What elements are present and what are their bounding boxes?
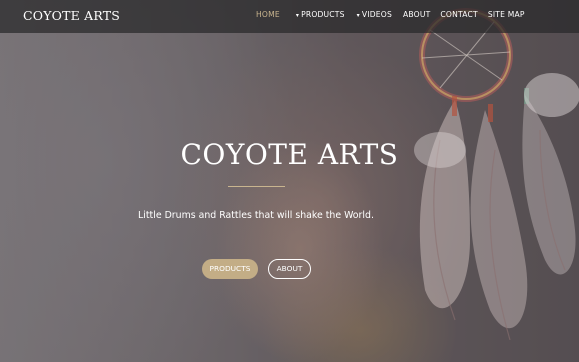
nav-item-about[interactable]: ABOUT	[403, 10, 430, 19]
products-button[interactable]: PRODUCTS	[202, 259, 258, 279]
about-button[interactable]: ABOUT	[268, 259, 311, 279]
navbar: COYOTE ARTS HOME ▾ PRODUCTS ▾ VIDEOS ABOUT…	[0, 0, 579, 33]
nav-item-products[interactable]: ▾ PRODUCTS	[296, 10, 345, 19]
chevron-down-icon: ▾	[295, 12, 300, 19]
nav-menu: HOME ▾ PRODUCTS ▾ VIDEOS ABOUT CONTACT SIT…	[256, 10, 525, 19]
nav-item-label: HOME	[256, 10, 280, 19]
chevron-down-icon: ▾	[356, 12, 360, 19]
nav-item-label: VIDEOS	[361, 10, 392, 19]
nav-item-label: ABOUT	[402, 10, 431, 19]
nav-item-label: SITE MAP	[487, 10, 525, 19]
hero-title: COYOTE ARTS	[180, 138, 399, 171]
nav-item-label: CONTACT	[440, 10, 478, 19]
nav-item-contact[interactable]: CONTACT	[440, 10, 477, 19]
hero-background-image	[0, 0, 579, 362]
nav-item-label: PRODUCTS	[301, 10, 345, 19]
title-divider	[228, 186, 285, 187]
dreamcatcher-feathers-image	[414, 8, 579, 341]
nav-item-site-map[interactable]: SITE MAP	[488, 10, 525, 19]
brand-logo[interactable]: COYOTE ARTS	[23, 8, 120, 23]
nav-item-videos[interactable]: ▾ VIDEOS	[357, 10, 392, 19]
hero-tagline: Little Drums and Rattles that will shake…	[138, 210, 374, 221]
nav-item-home[interactable]: HOME	[256, 10, 280, 19]
